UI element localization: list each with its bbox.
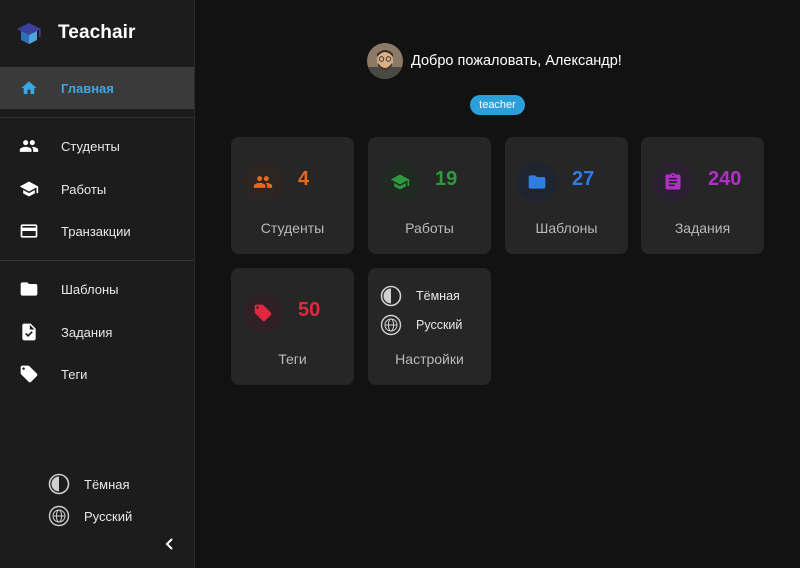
card-tags[interactable]: 50 Теги [231, 268, 354, 385]
welcome-header: Добро пожаловать, Александр! [367, 43, 622, 79]
assignment-icon [653, 162, 693, 202]
card-works[interactable]: 19 Работы [368, 137, 491, 254]
sidebar-item-tags[interactable]: Теги [0, 353, 194, 395]
sidebar-item-assignments[interactable]: Задания [0, 311, 194, 353]
card-assignments[interactable]: 240 Задания [641, 137, 764, 254]
people-icon [243, 162, 283, 202]
school-icon [19, 179, 39, 199]
sidebar-item-label: Задания [61, 324, 113, 340]
tag-icon [19, 364, 39, 384]
sidebar-divider [0, 260, 194, 261]
folder-icon [517, 162, 557, 202]
card-label: Студенты [260, 220, 325, 236]
templates-count: 27 [572, 168, 595, 190]
theme-label: Тёмная [416, 289, 460, 303]
contrast-icon [380, 285, 402, 307]
settings-theme-toggle[interactable]: Тёмная [380, 285, 460, 307]
sidebar-item-students[interactable]: Студенты [0, 125, 194, 167]
sidebar-item-works[interactable]: Работы [0, 168, 194, 210]
card-templates[interactable]: 27 Шаблоны [505, 137, 628, 254]
people-icon [19, 136, 39, 156]
sidebar-item-label: Теги [61, 366, 88, 382]
card-settings: Тёмная Русский Настройки [368, 268, 491, 385]
sidebar-item-home[interactable]: Главная [0, 67, 194, 109]
language-label: Русский [84, 508, 133, 524]
card-students[interactable]: 4 Студенты [231, 137, 354, 254]
card-label: Теги [278, 351, 307, 367]
language-select[interactable]: Русский [48, 505, 132, 527]
globe-icon [380, 314, 402, 336]
settings-language-select[interactable]: Русский [380, 314, 462, 336]
credit-card-icon [19, 221, 39, 241]
works-count: 19 [435, 168, 458, 190]
tag-icon [243, 293, 283, 333]
sidebar-item-transactions[interactable]: Транзакции [0, 210, 194, 252]
sidebar-item-label: Главная [61, 80, 114, 96]
assignments-count: 240 [708, 168, 742, 190]
sidebar-item-label: Транзакции [61, 223, 131, 239]
theme-label: Тёмная [84, 476, 130, 492]
card-label: Настройки [395, 351, 464, 367]
user-avatar-icon [367, 43, 403, 79]
language-label: Русский [416, 318, 463, 332]
role-badge: teacher [470, 95, 525, 115]
card-label: Шаблоны [535, 220, 598, 236]
sidebar-item-label: Шаблоны [61, 281, 119, 297]
brand[interactable]: Teachair [16, 20, 136, 46]
avatar[interactable] [367, 43, 403, 79]
card-label: Задания [674, 220, 731, 236]
contrast-icon [48, 473, 70, 495]
sidebar: Teachair Главная Студенты Работы Транзак… [0, 0, 195, 568]
collapse-sidebar-button[interactable] [160, 533, 180, 555]
sidebar-divider [0, 117, 194, 118]
welcome-text: Добро пожаловать, Александр! [411, 53, 622, 69]
app-title: Teachair [58, 22, 136, 43]
sidebar-item-label: Работы [61, 181, 107, 197]
chevron-left-icon [165, 538, 173, 550]
theme-toggle[interactable]: Тёмная [48, 473, 130, 495]
tags-count: 50 [298, 299, 321, 321]
card-label: Работы [405, 220, 454, 236]
school-icon [380, 162, 420, 202]
students-count: 4 [298, 168, 310, 190]
folder-icon [19, 279, 39, 299]
assignment-icon [19, 322, 39, 342]
sidebar-item-templates[interactable]: Шаблоны [0, 268, 194, 310]
globe-icon [48, 505, 70, 527]
sidebar-item-label: Студенты [61, 138, 120, 154]
graduation-cap-logo-icon [17, 23, 41, 44]
home-icon [19, 78, 39, 98]
